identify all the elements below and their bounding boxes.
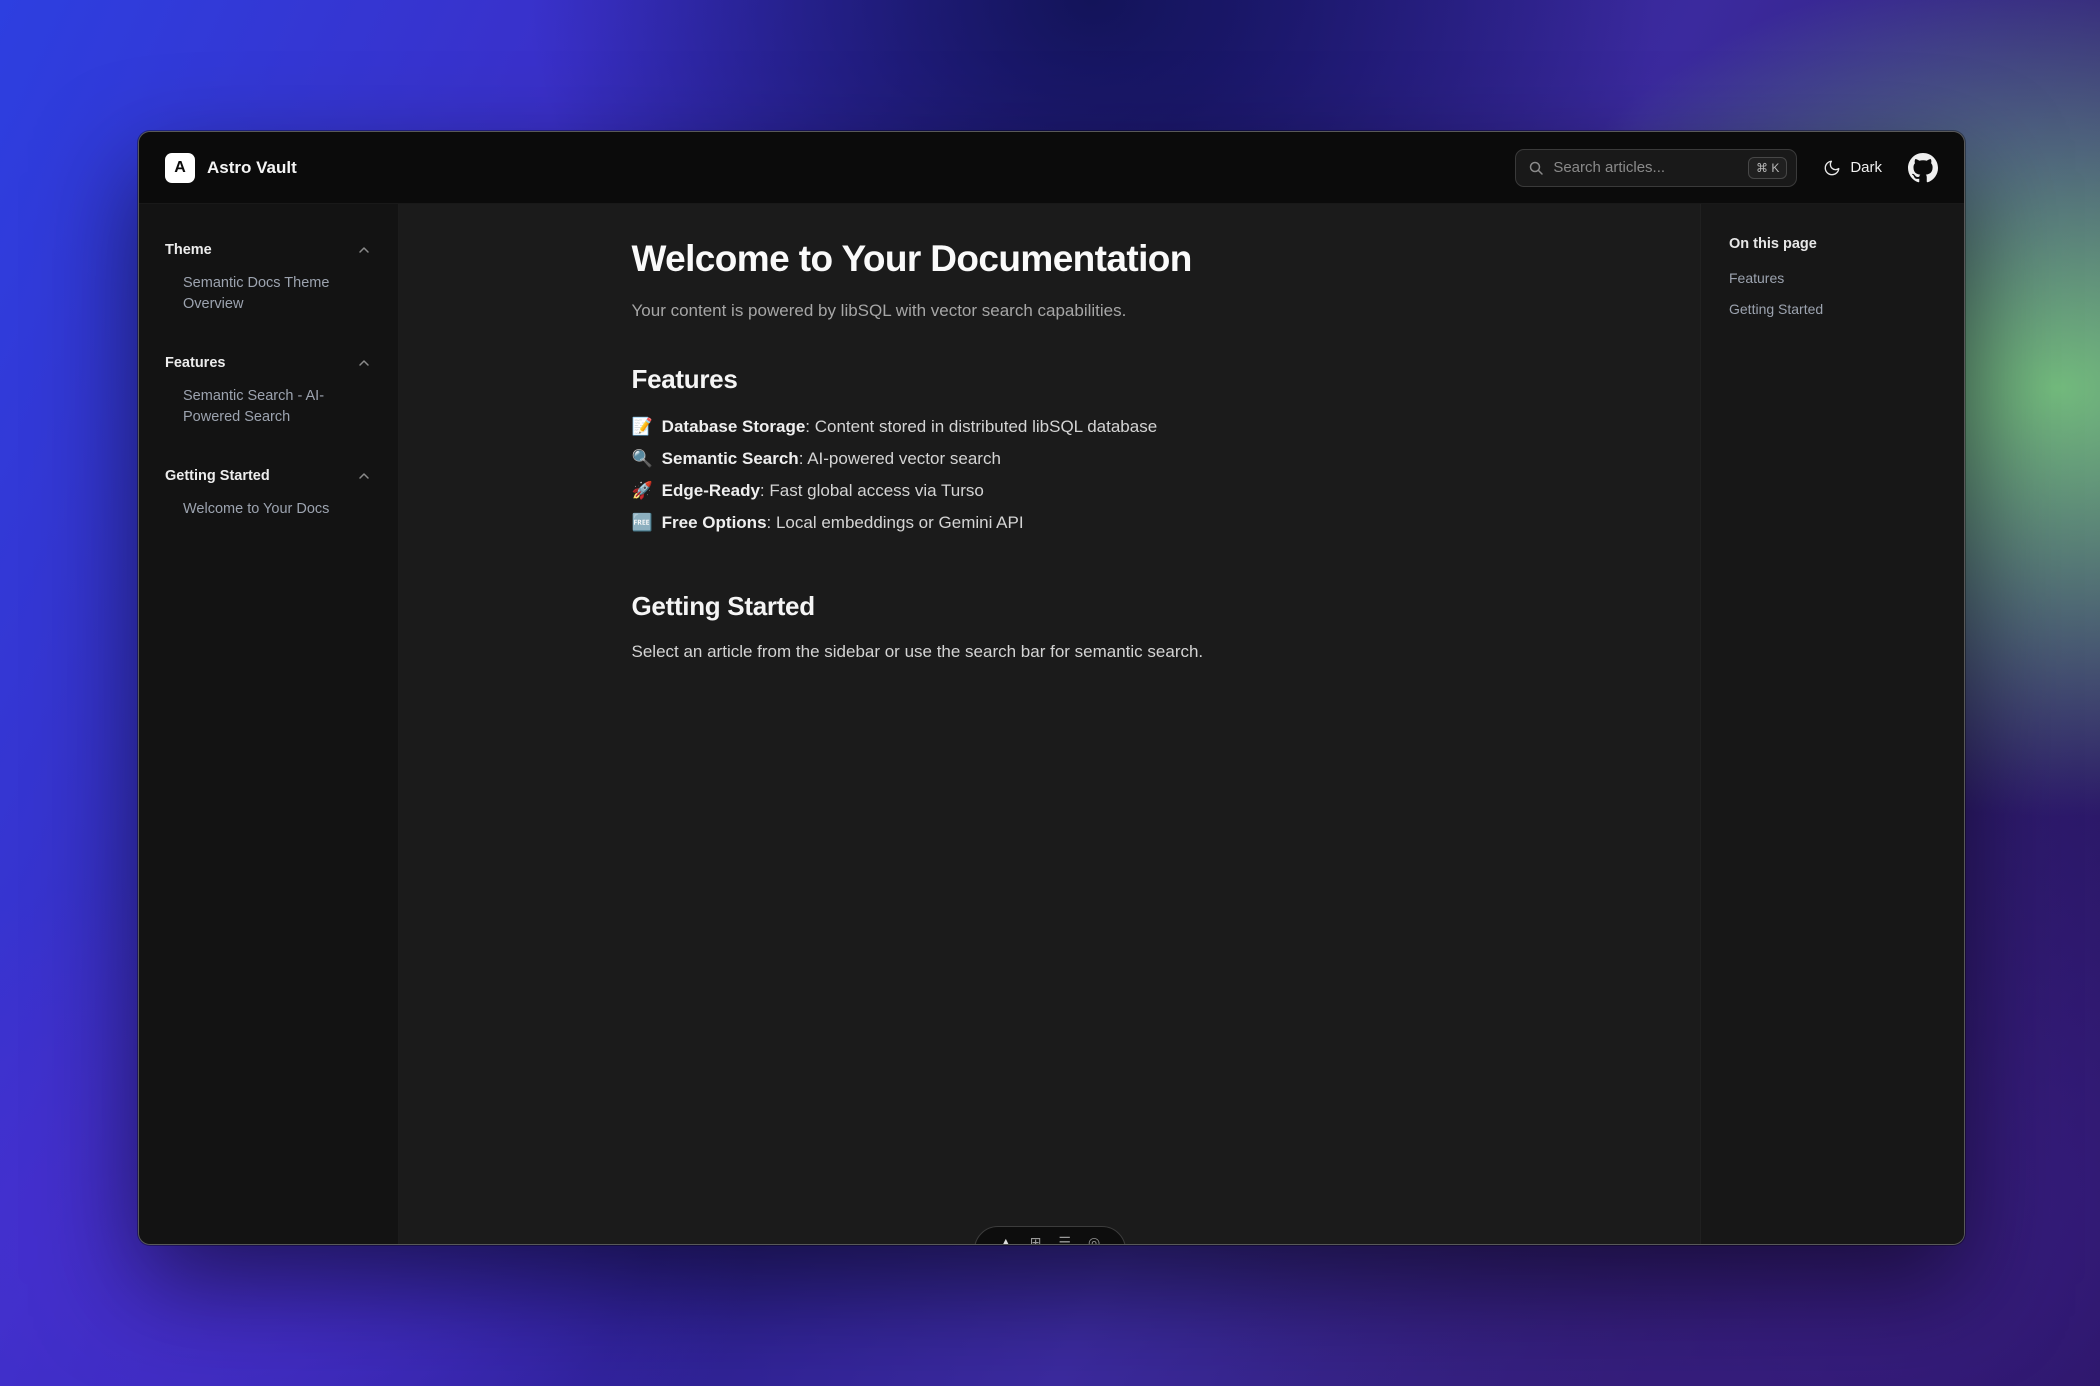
getting-started-heading: Getting Started [632, 591, 1468, 622]
feature-label: Free Options [662, 513, 767, 532]
feature-label: Semantic Search [662, 449, 799, 468]
theme-toggle-button[interactable]: Dark [1823, 159, 1882, 177]
header-actions: ⌘ K Dark [1515, 149, 1938, 187]
toc-link-getting-started[interactable]: Getting Started [1729, 301, 1944, 317]
sidebar-section-label: Features [165, 355, 225, 371]
sidebar-nav: Theme Semantic Docs Theme Overview Featu… [139, 204, 399, 1245]
toc-title: On this page [1729, 236, 1944, 252]
memo-emoji-icon: 📝 [632, 417, 653, 436]
sidebar-section-label: Theme [165, 242, 212, 258]
github-icon [1908, 153, 1938, 183]
theme-label: Dark [1850, 159, 1882, 176]
feature-text: : Content stored in distributed libSQL d… [805, 417, 1157, 436]
app-header: A Astro Vault ⌘ K Dark [139, 132, 1964, 204]
menu-icon[interactable]: ☰ [1058, 1234, 1071, 1245]
feature-item: 🚀 Edge-Ready: Fast global access via Turs… [632, 475, 1468, 507]
search-box[interactable]: ⌘ K [1515, 149, 1797, 187]
feature-text: : Fast global access via Turso [760, 481, 984, 500]
sidebar-section-header-features[interactable]: Features [165, 355, 372, 371]
feature-item: 🆓 Free Options: Local embeddings or Gemin… [632, 507, 1468, 539]
getting-started-text: Select an article from the sidebar or us… [632, 638, 1468, 665]
home-link[interactable]: A Astro Vault [165, 153, 297, 183]
sidebar-section-header-getting-started[interactable]: Getting Started [165, 468, 372, 484]
sidebar-section-features: Features Semantic Search - AI-Powered Se… [165, 355, 372, 428]
features-list: 📝 Database Storage: Content stored in dis… [632, 411, 1468, 539]
feature-label: Edge-Ready [662, 481, 760, 500]
feature-label: Database Storage [662, 417, 806, 436]
page-title: Welcome to Your Documentation [632, 238, 1468, 280]
toc-link-features[interactable]: Features [1729, 270, 1944, 286]
magnifier-emoji-icon: 🔍 [632, 449, 653, 468]
sidebar-item-semantic-docs-overview[interactable]: Semantic Docs Theme Overview [165, 273, 372, 315]
toc-panel: On this page Features Getting Started [1700, 204, 1964, 1245]
sidebar-item-welcome-docs[interactable]: Welcome to Your Docs [165, 499, 372, 520]
feature-item: 📝 Database Storage: Content stored in dis… [632, 411, 1468, 443]
free-emoji-icon: 🆓 [632, 513, 653, 532]
features-heading: Features [632, 364, 1468, 395]
desktop-wallpaper: A Astro Vault ⌘ K Dark [0, 0, 2100, 1386]
site-logo-icon: A [165, 153, 195, 183]
sidebar-item-semantic-search[interactable]: Semantic Search - AI-Powered Search [165, 386, 372, 428]
search-input[interactable] [1553, 159, 1739, 176]
rocket-emoji-icon: 🚀 [632, 481, 653, 500]
github-link[interactable] [1908, 153, 1938, 183]
apps-icon[interactable]: ⊞ [1030, 1234, 1042, 1245]
chevron-up-icon [356, 355, 372, 371]
site-title: Astro Vault [207, 158, 297, 178]
sidebar-section-theme: Theme Semantic Docs Theme Overview [165, 242, 372, 315]
sidebar-section-label: Getting Started [165, 468, 270, 484]
feature-text: : AI-powered vector search [799, 449, 1001, 468]
main-content: Welcome to Your Documentation Your conte… [399, 204, 1700, 1245]
theme-icon [1823, 159, 1841, 177]
dev-toolbar: ▲ ⊞ ☰ ◎ [974, 1226, 1126, 1245]
page-intro: Your content is powered by libSQL with v… [632, 298, 1468, 324]
search-shortcut-badge: ⌘ K [1748, 157, 1787, 179]
settings-icon[interactable]: ◎ [1088, 1234, 1100, 1245]
search-icon [1528, 160, 1544, 176]
content-area: Theme Semantic Docs Theme Overview Featu… [139, 204, 1964, 1245]
sidebar-section-header-theme[interactable]: Theme [165, 242, 372, 258]
chevron-up-icon [356, 468, 372, 484]
astro-devbar-icon[interactable]: ▲ [999, 1234, 1013, 1245]
feature-text: : Local embeddings or Gemini API [767, 513, 1024, 532]
chevron-up-icon [356, 242, 372, 258]
feature-item: 🔍 Semantic Search: AI-powered vector sear… [632, 443, 1468, 475]
app-window: A Astro Vault ⌘ K Dark [138, 131, 1965, 1245]
sidebar-section-getting-started: Getting Started Welcome to Your Docs [165, 468, 372, 520]
